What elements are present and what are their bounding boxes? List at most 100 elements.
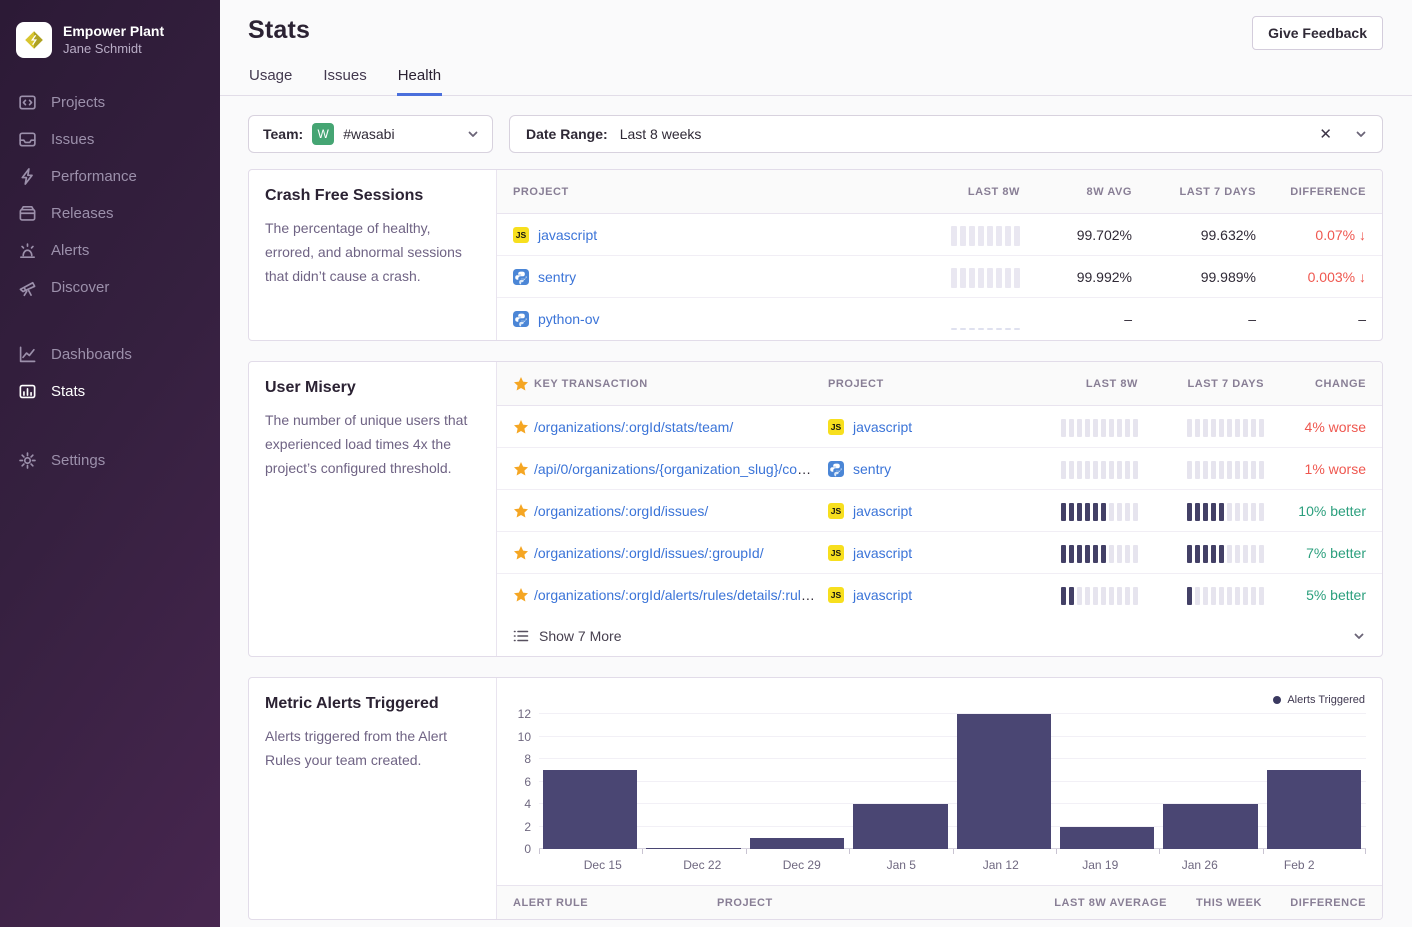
sidebar-item-releases[interactable]: Releases: [0, 195, 220, 232]
project-link[interactable]: javascript: [538, 227, 597, 243]
transaction-link[interactable]: /organizations/:orgId/issues/:groupId/: [534, 545, 764, 561]
key-transaction-star-icon[interactable]: [497, 587, 534, 603]
project-link[interactable]: javascript: [853, 545, 912, 561]
transaction-cell: /organizations/:orgId/alerts/rules/detai…: [534, 587, 828, 603]
clear-icon[interactable]: ✕: [1319, 125, 1332, 143]
user-misery-title: User Misery: [265, 379, 480, 397]
nav-group: Settings: [0, 442, 220, 479]
axis-tick: [1365, 849, 1366, 854]
misery-bar: [1077, 587, 1082, 605]
metric-alerts-description: Alerts triggered from the Alert Rules yo…: [265, 724, 480, 772]
transaction-link[interactable]: /organizations/:orgId/alerts/rules/detai…: [534, 587, 824, 603]
sidebar-item-stats[interactable]: Stats: [0, 373, 220, 410]
misery-bar: [1085, 419, 1090, 437]
org-switcher[interactable]: Empower Plant Jane Schmidt: [0, 14, 220, 84]
project-link[interactable]: javascript: [853, 503, 912, 519]
project-link[interactable]: javascript: [853, 587, 912, 603]
table-row[interactable]: /organizations/:orgId/issues/JSjavascrip…: [497, 490, 1382, 532]
transaction-link[interactable]: /organizations/:orgId/stats/team/: [534, 419, 733, 435]
axis-tick: [1159, 849, 1160, 854]
table-row[interactable]: /organizations/:orgId/stats/team/JSjavas…: [497, 406, 1382, 448]
misery-bar: [1125, 587, 1130, 605]
project-link[interactable]: sentry: [853, 461, 891, 477]
chart-bar: [1267, 770, 1361, 849]
crash-free-table-header: PROJECT LAST 8W 8W AVG LAST 7 DAYS DIFFE…: [497, 170, 1382, 214]
misery-bar: [1117, 419, 1122, 437]
column-8w-avg: 8W AVG: [1020, 186, 1132, 198]
org-name: Empower Plant: [63, 23, 164, 41]
team-select[interactable]: Team: W #wasabi: [248, 115, 493, 153]
misery-bar: [1061, 503, 1066, 521]
platform-javascript-icon: JS: [513, 227, 529, 243]
spark-bar: [951, 226, 957, 246]
table-row[interactable]: /api/0/organizations/{organization_slug}…: [497, 448, 1382, 490]
tab-usage[interactable]: Usage: [248, 67, 293, 96]
discover-icon: [18, 278, 37, 297]
column-project: PROJECT: [828, 378, 1010, 390]
tab-health[interactable]: Health: [397, 67, 442, 96]
misery-bar: [1101, 461, 1106, 479]
last-8w-cell: [1010, 501, 1138, 521]
misery-bar: [1093, 461, 1098, 479]
last-7-days-bars: [1187, 501, 1264, 521]
chevron-down-icon: [466, 127, 480, 141]
misery-bar: [1077, 419, 1082, 437]
sidebar-item-performance[interactable]: Performance: [0, 158, 220, 195]
table-row[interactable]: sentry99.992%99.989%0.003% ↓: [497, 256, 1382, 298]
sidebar-item-label: Alerts: [51, 242, 89, 259]
tab-issues[interactable]: Issues: [322, 67, 367, 96]
misery-bar: [1093, 587, 1098, 605]
misery-bar: [1187, 461, 1192, 479]
nav-divider-gap: [0, 306, 220, 336]
key-transaction-star-icon[interactable]: [497, 461, 534, 477]
table-row[interactable]: /organizations/:orgId/issues/:groupId/JS…: [497, 532, 1382, 574]
sidebar-item-discover[interactable]: Discover: [0, 269, 220, 306]
table-row[interactable]: /organizations/:orgId/alerts/rules/detai…: [497, 574, 1382, 616]
column-difference: DIFFERENCE: [1262, 897, 1382, 909]
project-link[interactable]: python-ov: [538, 311, 599, 327]
key-transaction-star-icon[interactable]: [497, 503, 534, 519]
chart-plot: [539, 714, 1366, 849]
axis-tick: [1263, 849, 1264, 854]
chart-legend[interactable]: Alerts Triggered: [1273, 694, 1365, 706]
misery-bar: [1061, 587, 1066, 605]
date-range-select[interactable]: Date Range: Last 8 weeks ✕: [509, 115, 1383, 153]
give-feedback-button[interactable]: Give Feedback: [1252, 16, 1383, 50]
misery-bar: [1251, 419, 1256, 437]
spark-bar: [960, 226, 966, 246]
sidebar-item-alerts[interactable]: Alerts: [0, 232, 220, 269]
project-link[interactable]: sentry: [538, 269, 576, 285]
list-icon: [513, 628, 529, 644]
column-change: CHANGE: [1264, 378, 1382, 390]
crash-free-sessions-panel: Crash Free Sessions The percentage of he…: [248, 169, 1383, 341]
sidebar-item-issues[interactable]: Issues: [0, 121, 220, 158]
show-more-button[interactable]: Show 7 More: [497, 616, 1382, 656]
key-transaction-star-icon[interactable]: [497, 419, 534, 435]
misery-bar: [1227, 419, 1232, 437]
chart-bar: [957, 714, 1051, 849]
transaction-cell: /api/0/organizations/{organization_slug}…: [534, 461, 828, 477]
misery-bar: [1211, 503, 1216, 521]
transaction-link[interactable]: /api/0/organizations/{organization_slug}…: [534, 461, 828, 477]
sidebar-item-label: Projects: [51, 94, 105, 111]
team-value: #wasabi: [343, 126, 394, 142]
org-logo: [16, 22, 52, 58]
project-link[interactable]: javascript: [853, 419, 912, 435]
bar-slot: [953, 714, 1056, 849]
column-last-7-days: LAST 7 DAYS: [1132, 186, 1256, 198]
last-7-days-cell: [1138, 585, 1264, 605]
platform-javascript-icon: JS: [828, 545, 844, 561]
spark-bar: [969, 226, 975, 246]
sidebar-item-projects[interactable]: Projects: [0, 84, 220, 121]
sidebar-item-settings[interactable]: Settings: [0, 442, 220, 479]
spark-bar: [960, 268, 966, 288]
sparkline-bars: [951, 308, 1020, 330]
table-row[interactable]: python-ov–––: [497, 298, 1382, 340]
axis-tick: [539, 849, 540, 854]
crash-free-title: Crash Free Sessions: [265, 187, 480, 205]
key-transaction-star-icon[interactable]: [497, 545, 534, 561]
transaction-link[interactable]: /organizations/:orgId/issues/: [534, 503, 708, 519]
misery-bar: [1235, 461, 1240, 479]
sidebar-item-dashboards[interactable]: Dashboards: [0, 336, 220, 373]
table-row[interactable]: JSjavascript99.702%99.632%0.07% ↓: [497, 214, 1382, 256]
